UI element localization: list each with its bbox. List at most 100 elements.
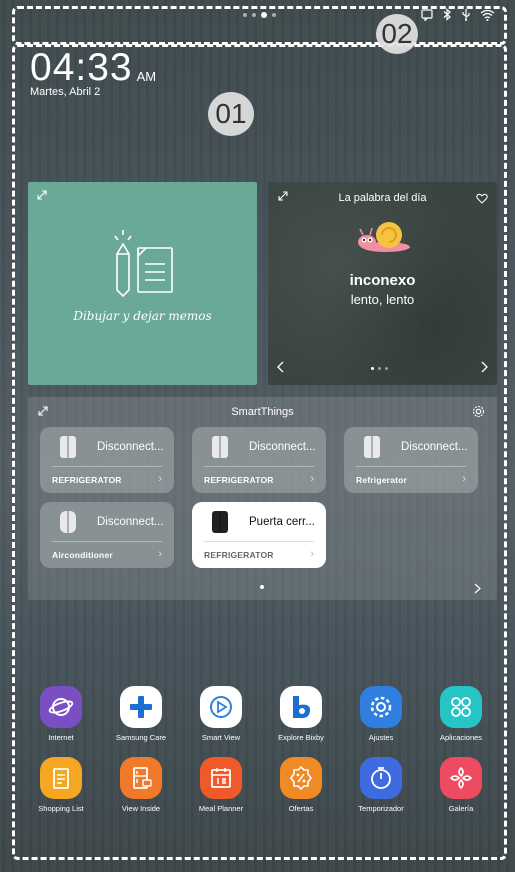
heart-icon[interactable] — [476, 191, 488, 209]
chevron-right-icon: › — [158, 548, 162, 560]
device-type: REFRIGERATOR — [204, 475, 274, 485]
word-widget-title: La palabra del día — [338, 192, 427, 204]
view-inside-icon — [120, 757, 162, 799]
memo-icon — [114, 222, 176, 303]
divider — [204, 541, 314, 542]
clock-date: Martes, Abril 2 — [30, 86, 101, 98]
app-label: Aplicaciones — [439, 733, 483, 742]
page-dot-active — [261, 12, 267, 18]
device-card[interactable]: Disconnect... REFRIGERATOR › — [40, 427, 174, 493]
app-label: Ajustes — [368, 733, 394, 742]
pager-dot — [385, 367, 388, 370]
divider — [204, 466, 314, 467]
chevron-right-icon[interactable] — [474, 581, 481, 599]
app-label: Smart View — [201, 733, 241, 742]
word-pager-dots — [371, 367, 388, 370]
status-bar — [421, 8, 495, 24]
gallery-icon — [440, 757, 482, 799]
app-explore-bixby[interactable]: Explore Bixby — [261, 686, 341, 742]
annotation-badge-01: 01 — [208, 92, 254, 136]
snail-icon — [356, 218, 412, 259]
device-card[interactable]: Disconnect... REFRIGERATOR › — [192, 427, 326, 493]
refrigerator-icon — [212, 511, 228, 533]
word-meaning: lento, lento — [350, 292, 415, 307]
timer-icon — [360, 757, 402, 799]
app-label: Samsung Care — [115, 733, 167, 742]
clock[interactable]: 04:33 AM — [30, 48, 156, 88]
smart-view-icon — [200, 686, 242, 728]
pager-dot — [371, 367, 374, 370]
page-dot — [272, 13, 276, 17]
app-temporizador[interactable]: Temporizador — [341, 757, 421, 813]
app-label: View Inside — [121, 804, 161, 813]
pager-dot — [378, 367, 381, 370]
chevron-right-icon: › — [462, 473, 466, 485]
app-view-inside[interactable]: View Inside — [101, 757, 181, 813]
divider — [52, 466, 162, 467]
app-label: Meal Planner — [198, 804, 244, 813]
smartthings-widget: SmartThings Disconnect... REFRIGERATOR ›… — [28, 397, 497, 600]
annotation-badge-02: 02 — [376, 14, 418, 54]
device-type: REFRIGERATOR — [52, 475, 122, 485]
clock-ampm: AM — [136, 69, 157, 84]
device-name: Disconnect... — [97, 441, 164, 453]
device-name: Disconnect... — [401, 441, 468, 453]
device-name: Disconnect... — [97, 516, 164, 528]
home-screen: 02 01 04:33 AM Martes, Abril 2 Dibujar y… — [0, 0, 515, 872]
app-label: Temporizador — [358, 804, 404, 813]
page-dot — [252, 13, 256, 17]
device-card[interactable]: Puerta cerr... REFRIGERATOR › — [192, 502, 326, 568]
bluetooth-icon — [442, 8, 452, 24]
page-dot — [243, 13, 247, 17]
device-card[interactable]: Disconnect... Airconditioner › — [40, 502, 174, 568]
app-label: Internet — [48, 733, 74, 742]
app-label: Shopping List — [38, 804, 84, 813]
expand-icon[interactable] — [37, 190, 47, 203]
chevron-right-icon: › — [158, 473, 162, 485]
refrigerator-icon — [212, 436, 228, 458]
app-aplicaciones[interactable]: Aplicaciones — [421, 686, 501, 742]
app-ofertas[interactable]: Ofertas — [261, 757, 341, 813]
shopping-list-icon — [40, 757, 82, 799]
device-type: REFRIGERATOR — [204, 550, 274, 560]
divider — [52, 541, 162, 542]
chevron-right-icon: › — [310, 473, 314, 485]
bixby-icon — [280, 686, 322, 728]
clock-time: 04:33 — [30, 46, 133, 89]
app-label: Galería — [448, 804, 474, 813]
app-internet[interactable]: Internet — [21, 686, 101, 742]
smartthings-title: SmartThings — [231, 406, 294, 418]
page-indicator[interactable] — [243, 12, 276, 18]
device-type: Refrigerator — [356, 475, 408, 485]
device-card[interactable]: Disconnect... Refrigerator › — [344, 427, 478, 493]
usb-icon — [461, 8, 471, 24]
chevron-right-icon: › — [310, 548, 314, 560]
apps-icon — [440, 686, 482, 728]
internet-icon — [40, 686, 82, 728]
memo-widget[interactable]: Dibujar y dejar memos — [28, 182, 257, 385]
device-name: Disconnect... — [249, 441, 316, 453]
app-ajustes[interactable]: Ajustes — [341, 686, 421, 742]
meal-planner-icon — [200, 757, 242, 799]
app-galeria[interactable]: Galería — [421, 757, 501, 813]
device-name: Puerta cerr... — [249, 516, 315, 528]
device-type: Airconditioner — [52, 550, 113, 560]
app-label: Explore Bixby — [278, 733, 324, 742]
chevron-left-icon[interactable] — [277, 360, 285, 376]
app-smart-view[interactable]: Smart View — [181, 686, 261, 742]
word-text: inconexo — [349, 272, 416, 289]
refrigerator-icon — [364, 436, 380, 458]
app-meal-planner[interactable]: Meal Planner — [181, 757, 261, 813]
divider — [356, 466, 466, 467]
air-conditioner-icon — [60, 511, 76, 533]
app-label: Ofertas — [288, 804, 314, 813]
settings-icon — [360, 686, 402, 728]
app-samsung-care[interactable]: Samsung Care — [101, 686, 181, 742]
notification-icon — [421, 8, 433, 24]
word-of-day-widget[interactable]: La palabra del día inconexo lento, lento — [268, 182, 497, 385]
app-shopping-list[interactable]: Shopping List — [21, 757, 101, 813]
refrigerator-icon — [60, 436, 76, 458]
gear-icon[interactable] — [472, 405, 485, 423]
wifi-icon — [480, 9, 495, 24]
chevron-right-icon[interactable] — [480, 360, 488, 376]
